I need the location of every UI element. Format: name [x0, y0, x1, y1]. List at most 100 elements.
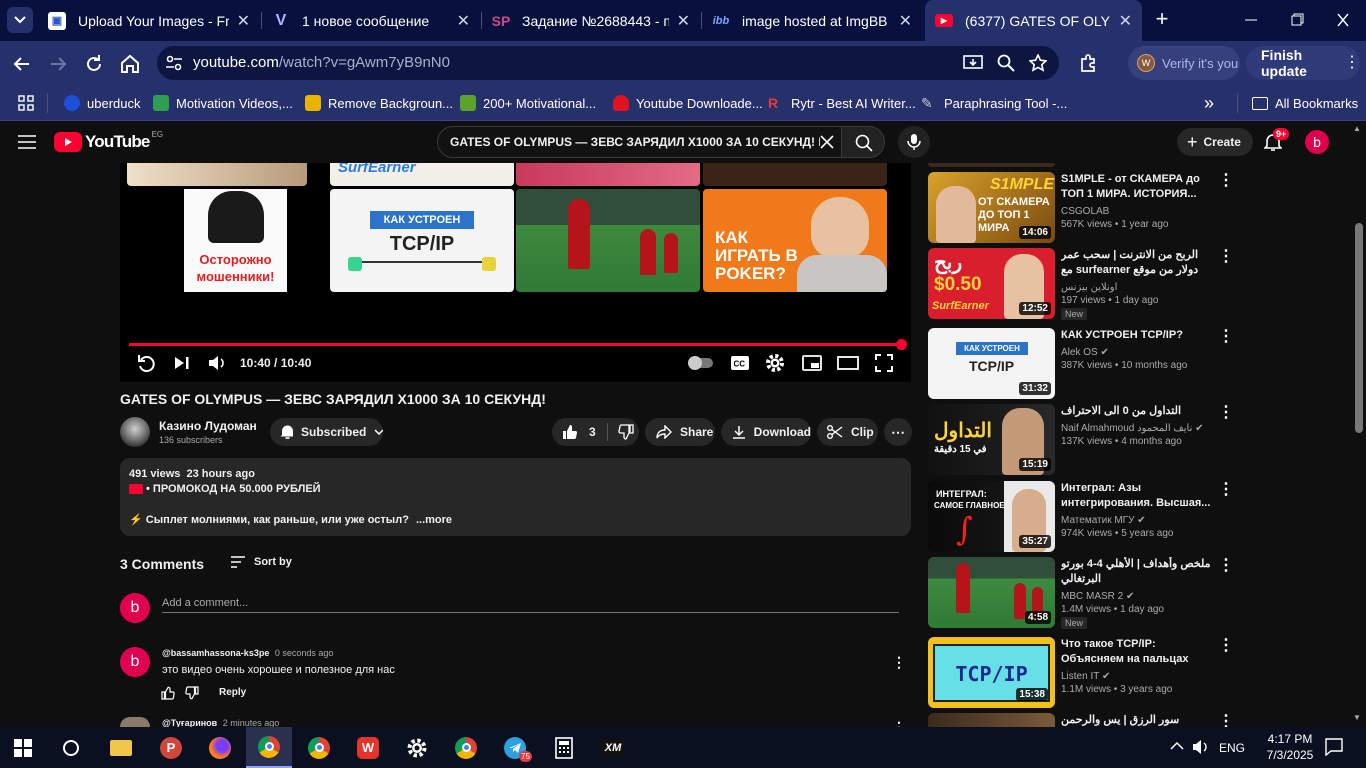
related-video[interactable]: ربح $0.50 SurfEarner 12:52 الربح من الان…	[928, 248, 1366, 320]
related-menu-icon[interactable]: ⋮	[1218, 249, 1234, 265]
notifications-button[interactable]: 9+	[1264, 128, 1290, 152]
chrome-alt-button[interactable]	[443, 727, 489, 768]
related-channel[interactable]: MBC MASR 2 ✔	[1061, 590, 1134, 603]
related-video[interactable]: سور الرزق | يس والرحمن والواقعة والملك |…	[928, 713, 1366, 727]
comment-author-avatar[interactable]: b	[120, 647, 150, 677]
close-icon[interactable]: ✕	[237, 11, 250, 31]
comment-time[interactable]: 0 seconds ago	[275, 648, 334, 658]
tab-sp-task[interactable]: SP Задание №2688443 - прос ✕	[482, 0, 700, 41]
start-button[interactable]	[0, 727, 46, 768]
apps-grid-icon[interactable]	[18, 95, 34, 111]
xm-trading-button[interactable]: XM	[590, 727, 636, 768]
tray-clock[interactable]: 4:17 PM 7/3/2025	[1262, 731, 1318, 763]
related-video[interactable]: TCP/IP 15:38 Что такое TCP/IP: Объясняем…	[928, 637, 1366, 708]
fullscreen-icon[interactable]	[875, 354, 893, 372]
more-bookmarks-chevron-icon[interactable]: »	[1204, 93, 1214, 114]
tab-youtube[interactable]: ▶ (6377) GATES OF OLYMPUS ✕	[925, 0, 1142, 41]
maximize-button[interactable]	[1282, 11, 1312, 29]
bookmark-motivational[interactable]: 200+ Motivational...	[460, 92, 596, 114]
related-menu-icon[interactable]: ⋮	[1218, 558, 1234, 574]
download-button[interactable]: Download	[721, 418, 811, 446]
comment-menu-icon[interactable]: ⋮	[892, 720, 906, 727]
comment-dislike-icon[interactable]	[185, 686, 199, 700]
youtube-search-input[interactable]: GATES OF OLYMPUS — ЗЕВС ЗАРЯДИЛ Х1000 ЗА…	[437, 126, 842, 158]
related-channel[interactable]: اونلاين بيزنس	[1061, 281, 1117, 294]
tray-chevron-up-icon[interactable]	[1170, 741, 1184, 751]
endscreen-thumb-scam-warning[interactable]: Осторожно мошенники!	[184, 189, 287, 292]
site-info-icon[interactable]	[165, 55, 183, 71]
close-window-button[interactable]	[1328, 11, 1358, 29]
comment-reply-button[interactable]: Reply	[219, 687, 246, 698]
guide-menu-button[interactable]	[18, 134, 36, 150]
page-scroll-down-icon[interactable]: ▼	[1353, 713, 1361, 722]
related-channel[interactable]: Математик МГУ ✔	[1061, 514, 1146, 527]
bookmark-yt-downloader[interactable]: Youtube Downloade...	[613, 92, 763, 114]
endscreen-thumb-top-2[interactable]: SurfEarner	[330, 163, 514, 186]
related-channel[interactable]: Alek OS ✔	[1061, 346, 1109, 359]
bookmark-uberduck[interactable]: uberduck	[64, 92, 140, 114]
reload-button[interactable]	[82, 52, 106, 76]
telegram-button[interactable]: 75	[492, 727, 538, 768]
page-scroll-up-icon[interactable]: ▲	[1353, 124, 1361, 133]
related-thumbnail[interactable]: التداول في 15 دقيقة 15:19	[928, 404, 1055, 475]
comment-author-avatar[interactable]	[120, 717, 150, 727]
comment-time[interactable]: 2 minutes ago	[223, 718, 280, 727]
address-bar[interactable]: youtube.com/watch?v=gAwm7yB9nN0	[157, 46, 1059, 80]
settings-gear-icon[interactable]	[765, 353, 785, 373]
related-thumbnail[interactable]: ربح $0.50 SurfEarner 12:52	[928, 248, 1055, 319]
related-video[interactable]: التداول في 15 دقيقة 15:19 التداول من 0 ا…	[928, 404, 1366, 475]
create-button[interactable]: + Create	[1177, 128, 1253, 156]
chrome-button[interactable]	[296, 727, 342, 768]
comment-author[interactable]: @bassamhassona-ks3pe	[162, 648, 269, 658]
endscreen-thumb-top-3[interactable]	[516, 163, 700, 186]
related-thumbnail[interactable]: S1MPLE ОТ СКАМЕРА ДО ТОП 1 МИРА 14:06	[928, 172, 1055, 243]
volume-icon[interactable]	[207, 354, 227, 372]
endscreen-thumb-top-1[interactable]	[127, 163, 307, 186]
youtube-logo[interactable]: YouTube EG	[54, 130, 163, 152]
share-button[interactable]: Share	[645, 418, 715, 446]
endscreen-thumb-poker[interactable]: КАК ИГРАТЬ В POKER?	[703, 189, 887, 292]
zoom-icon[interactable]	[997, 54, 1015, 72]
url-text[interactable]: youtube.com/watch?v=gAwm7yB9nN0	[193, 54, 450, 71]
captions-icon[interactable]: CC	[730, 355, 750, 371]
sidebar-thumb-cutoff[interactable]	[928, 163, 1055, 167]
channel-name[interactable]: Казино Лудоман	[159, 419, 257, 433]
search-taskbar-button[interactable]	[48, 727, 94, 768]
bookmark-rytr[interactable]: R Rytr - Best AI Writer...	[768, 92, 916, 114]
progress-scrubber[interactable]	[895, 339, 907, 350]
bookmark-paraphrasing[interactable]: ✎ Paraphrasing Tool -...	[921, 92, 1067, 114]
finish-update-button[interactable]: Finish update ⋮	[1246, 46, 1360, 80]
back-button[interactable]	[10, 52, 34, 76]
related-thumbnail[interactable]: TCP/IP 15:38	[928, 637, 1055, 708]
page-scrollbar[interactable]	[1355, 223, 1363, 433]
tab-imgbb-upload[interactable]: ▣ Upload Your Images - Free I ✕	[38, 0, 260, 41]
video-player[interactable]: SurfEarner Осторожно мошенники! КАК УСТР…	[120, 163, 911, 382]
tray-volume-icon[interactable]	[1192, 739, 1210, 755]
channel-avatar[interactable]	[120, 417, 150, 447]
bookmark-remove-bg[interactable]: Remove Backgroun...	[305, 92, 453, 114]
comment-author[interactable]: @Туғаринов	[162, 718, 217, 727]
related-channel[interactable]: CSGOLAB	[1061, 205, 1109, 218]
autoplay-toggle[interactable]	[688, 356, 713, 370]
comment-menu-icon[interactable]: ⋮	[892, 654, 906, 671]
comment-like-icon[interactable]	[161, 686, 175, 700]
tray-language[interactable]: ENG	[1219, 741, 1245, 755]
home-button[interactable]	[118, 52, 142, 76]
clip-button[interactable]: Clip	[817, 418, 878, 446]
account-avatar[interactable]: b	[1305, 130, 1329, 154]
related-menu-icon[interactable]: ⋮	[1218, 173, 1234, 189]
sort-comments-button[interactable]: Sort by	[231, 553, 292, 571]
next-video-icon[interactable]	[173, 355, 191, 371]
related-channel[interactable]: Listen IT ✔	[1061, 670, 1110, 683]
related-menu-icon[interactable]: ⋮	[1218, 714, 1234, 728]
clear-search-icon[interactable]	[819, 134, 835, 150]
related-thumbnail[interactable]: 4:58	[928, 557, 1055, 628]
description-more-link[interactable]: ...more	[416, 514, 452, 526]
replay-icon[interactable]	[136, 353, 156, 373]
tab-search-button[interactable]	[7, 7, 33, 33]
minimize-button[interactable]	[1236, 11, 1266, 29]
add-comment-input[interactable]: Add a comment...	[162, 593, 899, 613]
related-thumbnail[interactable]: КАК УСТРОЕН TCP/IP 31:32	[928, 328, 1055, 399]
file-explorer-button[interactable]	[98, 727, 144, 768]
settings-button[interactable]	[394, 727, 440, 768]
